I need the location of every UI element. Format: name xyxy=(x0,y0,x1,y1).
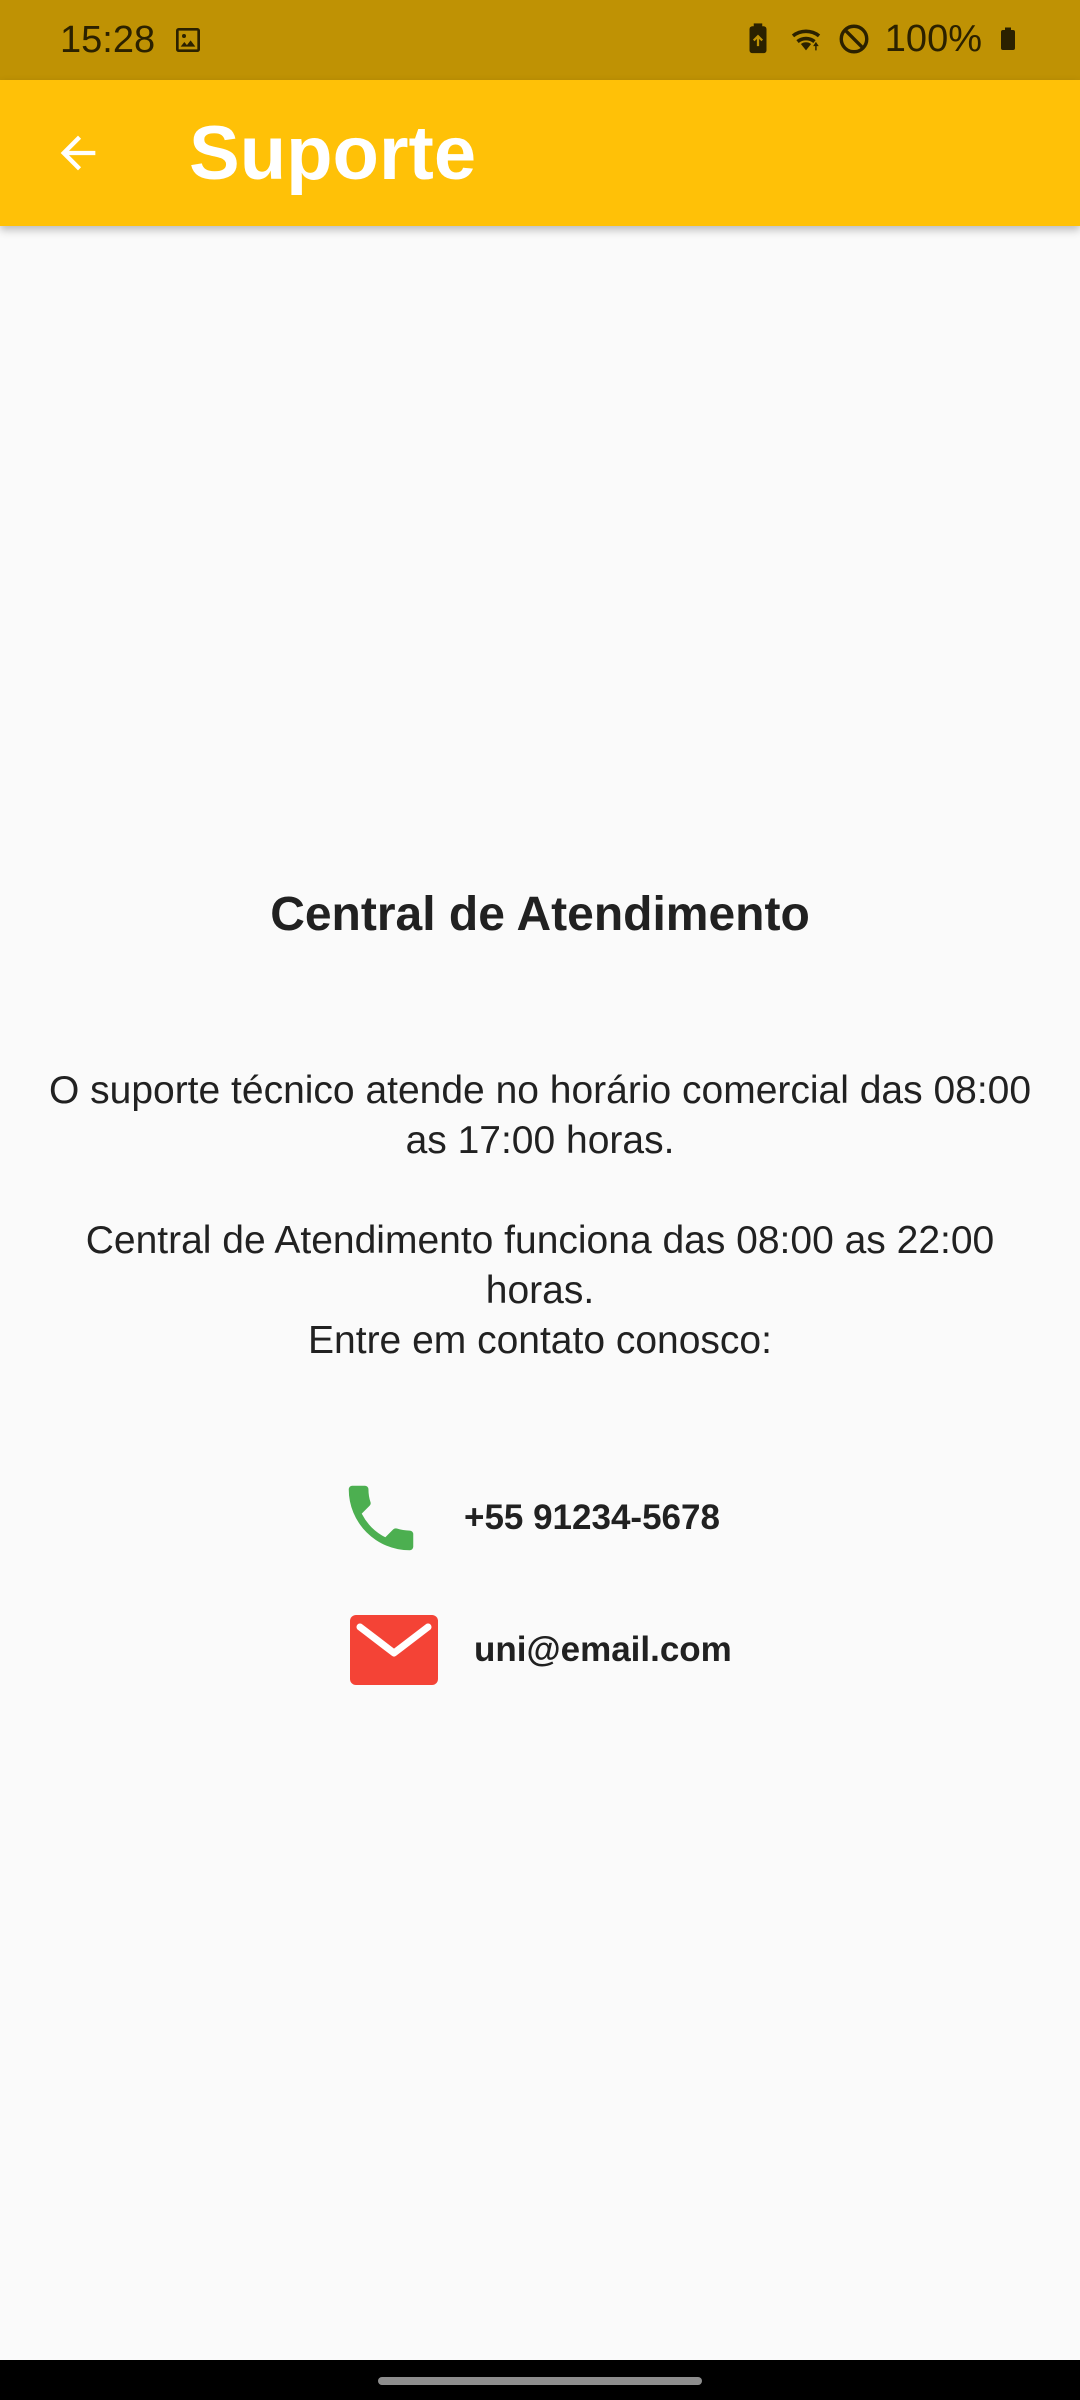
status-time: 15:28 xyxy=(60,19,156,61)
battery-percentage: 100% xyxy=(884,18,982,60)
arrow-back-icon xyxy=(60,135,96,171)
navigation-bar xyxy=(0,2360,1080,2400)
contact-us-text: Entre em contato conosco: xyxy=(308,1319,772,1362)
back-button[interactable] xyxy=(40,115,116,191)
support-hours-text: O suporte técnico atende no horário come… xyxy=(48,1069,1032,1162)
phone-icon xyxy=(338,1475,424,1561)
page-title: Suporte xyxy=(189,111,477,196)
battery-saver-icon xyxy=(749,23,767,54)
gallery-icon xyxy=(176,28,200,52)
home-handle[interactable] xyxy=(378,2377,702,2385)
status-icons: 100% xyxy=(741,16,1020,62)
wifi-icon xyxy=(791,29,820,51)
phone-number: +55 91234-5678 xyxy=(464,1498,720,1537)
central-hours-text: Central de Atendimento funciona das 08:0… xyxy=(85,1219,995,1312)
do-not-disturb-icon xyxy=(839,24,869,54)
app-bar: Suporte xyxy=(0,80,1080,226)
mail-icon xyxy=(348,1613,440,1687)
battery-icon xyxy=(1001,27,1015,50)
info-text: O suporte técnico atende no horário come… xyxy=(40,1066,1040,1366)
status-bar: 15:28 100% xyxy=(0,0,1080,80)
phone-contact[interactable]: +55 91234-5678 xyxy=(338,1470,720,1566)
central-title: Central de Atendimento xyxy=(270,888,810,941)
email-address: uni@email.com xyxy=(474,1630,732,1669)
email-contact[interactable]: uni@email.com xyxy=(348,1612,732,1688)
